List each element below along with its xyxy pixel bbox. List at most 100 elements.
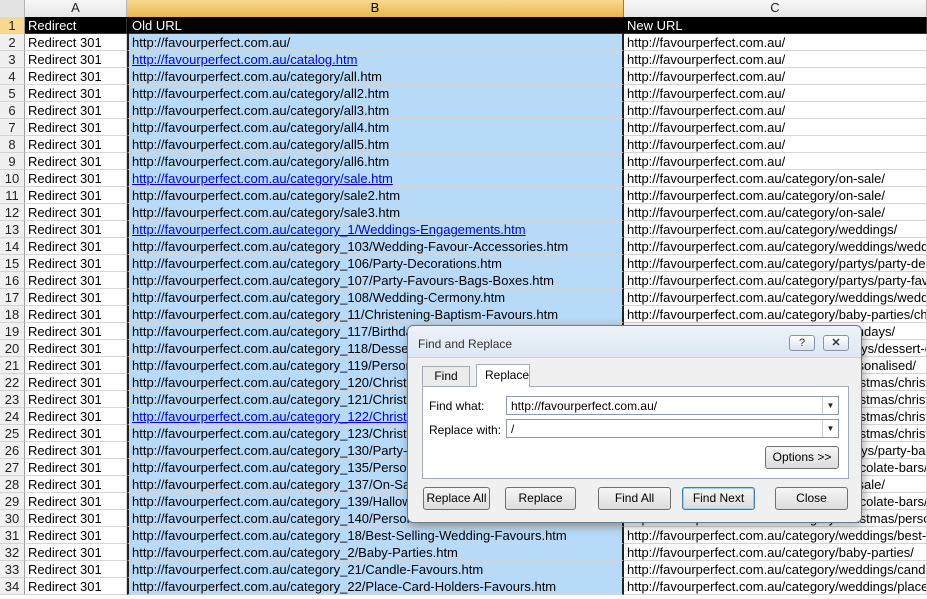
cell-b[interactable]: http://favourperfect.com.au/category_18/… xyxy=(127,527,624,544)
row-number[interactable]: 31 xyxy=(0,527,25,544)
cell-a[interactable]: Redirect 301 xyxy=(25,340,127,357)
cell-a[interactable]: Redirect 301 xyxy=(25,289,127,306)
cell-a[interactable]: Redirect xyxy=(25,17,127,34)
row-number[interactable]: 34 xyxy=(0,578,25,595)
cell-a[interactable]: Redirect 301 xyxy=(25,170,127,187)
row-number[interactable]: 7 xyxy=(0,119,25,136)
cell-c[interactable]: New URL xyxy=(624,17,927,34)
row-number[interactable]: 10 xyxy=(0,170,25,187)
cell-b[interactable]: http://favourperfect.com.au/category_103… xyxy=(127,238,624,255)
select-all-corner[interactable] xyxy=(0,0,25,17)
cell-c[interactable]: http://favourperfect.com.au/category/on-… xyxy=(624,187,927,204)
cell-c[interactable]: http://favourperfect.com.au/ xyxy=(624,153,927,170)
row-number[interactable]: 32 xyxy=(0,544,25,561)
row-number[interactable]: 18 xyxy=(0,306,25,323)
row-number[interactable]: 29 xyxy=(0,493,25,510)
cell-a[interactable]: Redirect 301 xyxy=(25,425,127,442)
help-button[interactable]: ? xyxy=(789,335,815,351)
cell-c[interactable]: http://favourperfect.com.au/category/wed… xyxy=(624,289,927,306)
cell-a[interactable]: Redirect 301 xyxy=(25,51,127,68)
cell-a[interactable]: Redirect 301 xyxy=(25,272,127,289)
row-number[interactable]: 24 xyxy=(0,408,25,425)
cell-c[interactable]: http://favourperfect.com.au/ xyxy=(624,119,927,136)
row-number[interactable]: 16 xyxy=(0,272,25,289)
cell-a[interactable]: Redirect 301 xyxy=(25,153,127,170)
cell-b[interactable]: http://favourperfect.com.au/category/sal… xyxy=(127,204,624,221)
cell-c[interactable]: http://favourperfect.com.au/category/on-… xyxy=(624,170,927,187)
replace-button[interactable]: Replace xyxy=(505,487,576,510)
row-number[interactable]: 26 xyxy=(0,442,25,459)
cell-a[interactable]: Redirect 301 xyxy=(25,527,127,544)
cell-c[interactable]: http://favourperfect.com.au/category/par… xyxy=(624,272,927,289)
cell-c[interactable]: http://favourperfect.com.au/ xyxy=(624,68,927,85)
cell-a[interactable]: Redirect 301 xyxy=(25,68,127,85)
chevron-down-icon[interactable]: ▼ xyxy=(822,420,838,437)
cell-b[interactable]: http://favourperfect.com.au/category_107… xyxy=(127,272,624,289)
cell-a[interactable]: Redirect 301 xyxy=(25,187,127,204)
cell-b[interactable]: http://favourperfect.com.au/ xyxy=(127,34,624,51)
row-number[interactable]: 15 xyxy=(0,255,25,272)
cell-a[interactable]: Redirect 301 xyxy=(25,34,127,51)
row-number[interactable]: 1 xyxy=(0,17,25,34)
close-button[interactable]: Close xyxy=(775,487,848,510)
row-number[interactable]: 17 xyxy=(0,289,25,306)
row-number[interactable]: 3 xyxy=(0,51,25,68)
cell-b[interactable]: http://favourperfect.com.au/category_106… xyxy=(127,255,624,272)
cell-b[interactable]: http://favourperfect.com.au/category/all… xyxy=(127,136,624,153)
cell-c[interactable]: http://favourperfect.com.au/ xyxy=(624,51,927,68)
cell-a[interactable]: Redirect 301 xyxy=(25,578,127,595)
row-number[interactable]: 9 xyxy=(0,153,25,170)
cell-c[interactable]: http://favourperfect.com.au/ xyxy=(624,136,927,153)
cell-c[interactable]: http://favourperfect.com.au/category/on-… xyxy=(624,204,927,221)
cell-c[interactable]: http://favourperfect.com.au/category/bab… xyxy=(624,306,927,323)
dialog-titlebar[interactable]: Find and Replace ? ✕ xyxy=(408,326,861,358)
cell-c[interactable]: http://favourperfect.com.au/ xyxy=(624,34,927,51)
cell-c[interactable]: http://favourperfect.com.au/category/wed… xyxy=(624,238,927,255)
column-header-c[interactable]: C xyxy=(624,0,927,17)
tab-replace[interactable]: Replace xyxy=(476,364,530,387)
cell-b[interactable]: http://favourperfect.com.au/category/sal… xyxy=(127,187,624,204)
cell-a[interactable]: Redirect 301 xyxy=(25,255,127,272)
row-number[interactable]: 11 xyxy=(0,187,25,204)
cell-a[interactable]: Redirect 301 xyxy=(25,374,127,391)
cell-c[interactable]: http://favourperfect.com.au/ xyxy=(624,85,927,102)
cell-b[interactable]: http://favourperfect.com.au/category/sal… xyxy=(127,170,624,187)
cell-b[interactable]: http://favourperfect.com.au/category/all… xyxy=(127,68,624,85)
cell-b[interactable]: http://favourperfect.com.au/category/all… xyxy=(127,153,624,170)
row-number[interactable]: 2 xyxy=(0,34,25,51)
row-number[interactable]: 8 xyxy=(0,136,25,153)
row-number[interactable]: 4 xyxy=(0,68,25,85)
row-number[interactable]: 28 xyxy=(0,476,25,493)
cell-a[interactable]: Redirect 301 xyxy=(25,476,127,493)
cell-c[interactable]: http://favourperfect.com.au/category/par… xyxy=(624,255,927,272)
cell-a[interactable]: Redirect 301 xyxy=(25,493,127,510)
cell-a[interactable]: Redirect 301 xyxy=(25,544,127,561)
row-number[interactable]: 30 xyxy=(0,510,25,527)
row-number[interactable]: 20 xyxy=(0,340,25,357)
cell-b[interactable]: http://favourperfect.com.au/category_22/… xyxy=(127,578,624,595)
row-number[interactable]: 13 xyxy=(0,221,25,238)
column-header-a[interactable]: A xyxy=(25,0,127,17)
close-icon[interactable]: ✕ xyxy=(823,335,849,351)
cell-c[interactable]: http://favourperfect.com.au/ xyxy=(624,102,927,119)
cell-a[interactable]: Redirect 301 xyxy=(25,561,127,578)
row-number[interactable]: 21 xyxy=(0,357,25,374)
cell-a[interactable]: Redirect 301 xyxy=(25,85,127,102)
cell-a[interactable]: Redirect 301 xyxy=(25,408,127,425)
chevron-down-icon[interactable]: ▼ xyxy=(822,397,838,414)
row-number[interactable]: 22 xyxy=(0,374,25,391)
options-button[interactable]: Options >> xyxy=(765,446,839,469)
cell-a[interactable]: Redirect 301 xyxy=(25,204,127,221)
cell-a[interactable]: Redirect 301 xyxy=(25,459,127,476)
cell-a[interactable]: Redirect 301 xyxy=(25,119,127,136)
cell-a[interactable]: Redirect 301 xyxy=(25,221,127,238)
row-number[interactable]: 25 xyxy=(0,425,25,442)
tab-find[interactable]: Find xyxy=(422,366,470,386)
cell-c[interactable]: http://favourperfect.com.au/category/wed… xyxy=(624,561,927,578)
row-number[interactable]: 5 xyxy=(0,85,25,102)
row-number[interactable]: 23 xyxy=(0,391,25,408)
cell-c[interactable]: http://favourperfect.com.au/category/wed… xyxy=(624,578,927,595)
cell-b[interactable]: http://favourperfect.com.au/category/all… xyxy=(127,85,624,102)
row-number[interactable]: 33 xyxy=(0,561,25,578)
column-header-b[interactable]: B xyxy=(127,0,624,17)
